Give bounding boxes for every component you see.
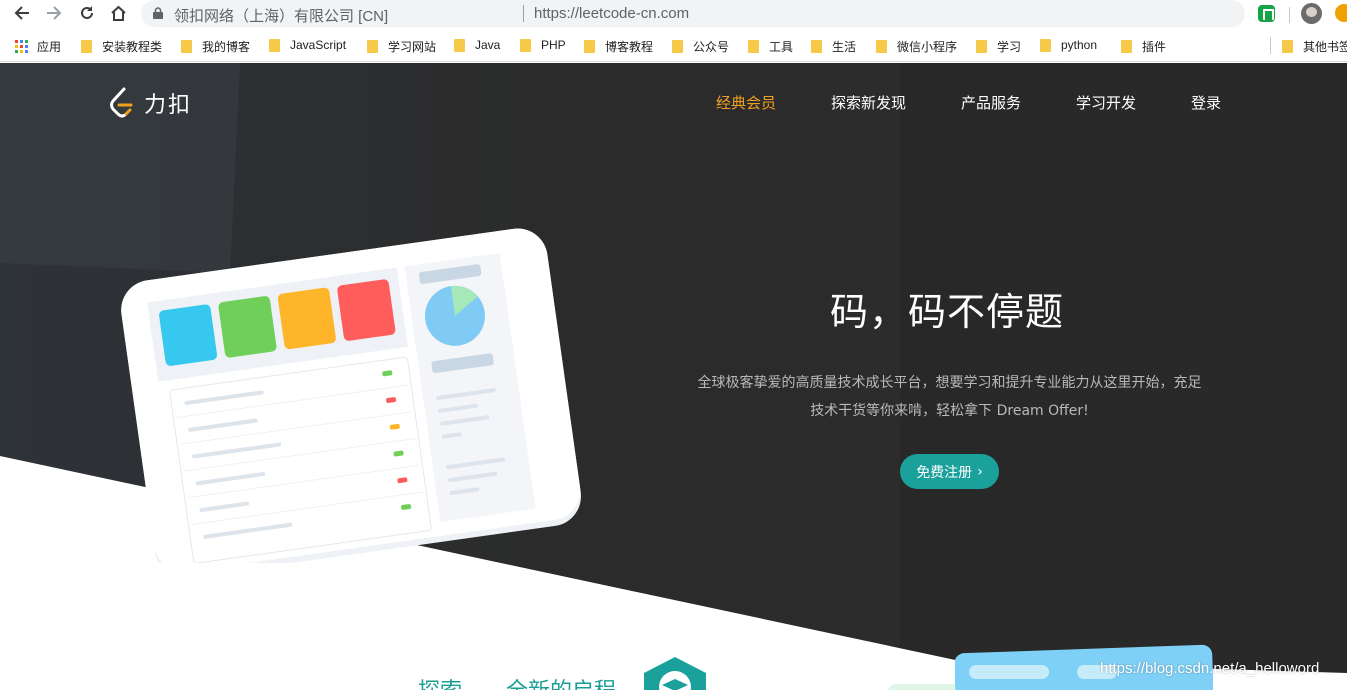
folder-icon (876, 40, 887, 53)
bookmark-label: Java (475, 38, 501, 52)
folder-icon (181, 40, 192, 53)
bookmark-label: 学习网站 (388, 40, 437, 54)
bookmark-label: 安装教程类 (102, 40, 163, 54)
bookmark-folder[interactable]: 工具 (748, 38, 793, 55)
folder-icon (81, 40, 92, 53)
nav-developer[interactable]: 学习开发 (1076, 92, 1136, 113)
bookmark-folder[interactable]: 学习 (976, 38, 1021, 55)
hero-section: 力扣 经典会员 探索新发现 产品服务 学习开发 登录 码，码不停题 全球极客挚爱… (0, 63, 1347, 690)
hero-subtext: 全球极客挚爱的高质量技术成长平台，想要学习和提升专业能力从这里开始，充足技术干货… (697, 375, 1202, 419)
forward-icon[interactable] (44, 3, 64, 23)
nav-explore[interactable]: 探索新发现 (831, 92, 906, 113)
folder-icon (672, 40, 683, 53)
graduation-cap-icon (644, 657, 706, 690)
lock-icon (153, 7, 163, 19)
explore-subtitle: 全新的启程 (506, 679, 616, 690)
folder-icon (1040, 38, 1051, 52)
nav-products[interactable]: 产品服务 (961, 92, 1021, 113)
apps-grid-icon (15, 40, 28, 53)
bookmark-label: 公众号 (693, 40, 730, 54)
bookmark-folder[interactable]: 生活 (811, 38, 856, 55)
bookmark-folder[interactable]: 公众号 (672, 38, 729, 55)
register-button-label: 免费注册 (916, 464, 973, 481)
bookmark-label: 生活 (832, 40, 857, 54)
nav-login[interactable]: 登录 (1191, 92, 1221, 113)
chevron-right-icon: › (977, 463, 983, 480)
explore-heading: 探索 全新的启程 (418, 673, 660, 690)
bookmark-label: 插件 (1142, 40, 1167, 54)
bookmark-folder[interactable]: PHP (520, 38, 566, 52)
profile-avatar[interactable] (1301, 3, 1322, 24)
bookmark-label: 学习 (997, 40, 1022, 54)
browser-toolbar: 领扣网络（上海）有限公司 [CN] https://leetcode-cn.co… (0, 0, 1347, 29)
bookmarks-bar: 应用 安装教程类 我的博客 JavaScript 学习网站 Java PHP 博… (0, 29, 1347, 62)
bookmark-label: 应用 (37, 40, 62, 54)
url-text[interactable]: https://leetcode-cn.com (534, 5, 689, 22)
folder-icon (454, 38, 465, 52)
bookmark-folder[interactable]: 学习网站 (367, 38, 436, 55)
extension-icon[interactable] (1258, 5, 1275, 22)
bookmark-folder[interactable]: python (1040, 38, 1097, 52)
bookmark-folder[interactable]: 微信小程序 (876, 38, 957, 55)
bookmark-folder[interactable]: JavaScript (269, 38, 346, 52)
bookmark-label: 其他书签 (1303, 40, 1347, 54)
bookmark-label: PHP (541, 38, 566, 52)
bookmark-folder[interactable]: 博客教程 (584, 38, 653, 55)
toolbar-divider (1289, 7, 1290, 23)
bookmarks-divider (1270, 37, 1271, 54)
bookmark-folder[interactable]: 插件 (1121, 38, 1166, 55)
bookmark-label: 工具 (769, 40, 794, 54)
hero-headline: 码，码不停题 (830, 290, 1065, 334)
bookmark-folder[interactable]: 我的博客 (181, 38, 250, 55)
address-separator (523, 5, 524, 22)
folder-icon (748, 40, 759, 53)
register-button[interactable]: 免费注册 › (900, 454, 999, 489)
tablet-illustration (121, 228, 582, 563)
address-bar[interactable]: 领扣网络（上海）有限公司 [CN] https://leetcode-cn.co… (141, 0, 1245, 27)
folder-icon (811, 40, 822, 53)
bookmark-apps[interactable]: 应用 (15, 38, 61, 55)
logo-text: 力扣 (144, 93, 193, 118)
leetcode-logo[interactable]: 力扣 (108, 87, 192, 119)
explore-word: 探索 (418, 679, 462, 690)
folder-icon (1282, 40, 1293, 53)
bookmark-folder[interactable]: Java (454, 38, 500, 52)
bookmark-label: 我的博客 (202, 40, 251, 54)
folder-icon (367, 40, 378, 53)
folder-icon (520, 38, 531, 52)
folder-icon (269, 38, 280, 52)
back-icon[interactable] (12, 3, 32, 23)
bookmark-label: python (1061, 38, 1098, 52)
folder-icon (1121, 40, 1132, 53)
watermark-text: https://blog.csdn.net/a_helloword (1100, 660, 1320, 677)
nav-premium[interactable]: 经典会员 (716, 92, 776, 113)
bookmark-folder[interactable]: 安装教程类 (81, 38, 162, 55)
reload-icon[interactable] (77, 3, 97, 23)
leetcode-logo-icon (110, 87, 133, 118)
bookmark-folder[interactable]: 其他书签 (1282, 38, 1347, 55)
update-alert-icon[interactable] (1335, 4, 1347, 22)
bookmark-label: 微信小程序 (897, 40, 958, 54)
bookmark-label: 博客教程 (605, 40, 654, 54)
folder-icon (584, 40, 595, 53)
site-identity: 领扣网络（上海）有限公司 [CN] (174, 8, 389, 25)
bookmark-label: JavaScript (290, 38, 347, 52)
home-icon[interactable] (108, 3, 128, 23)
folder-icon (976, 40, 987, 53)
